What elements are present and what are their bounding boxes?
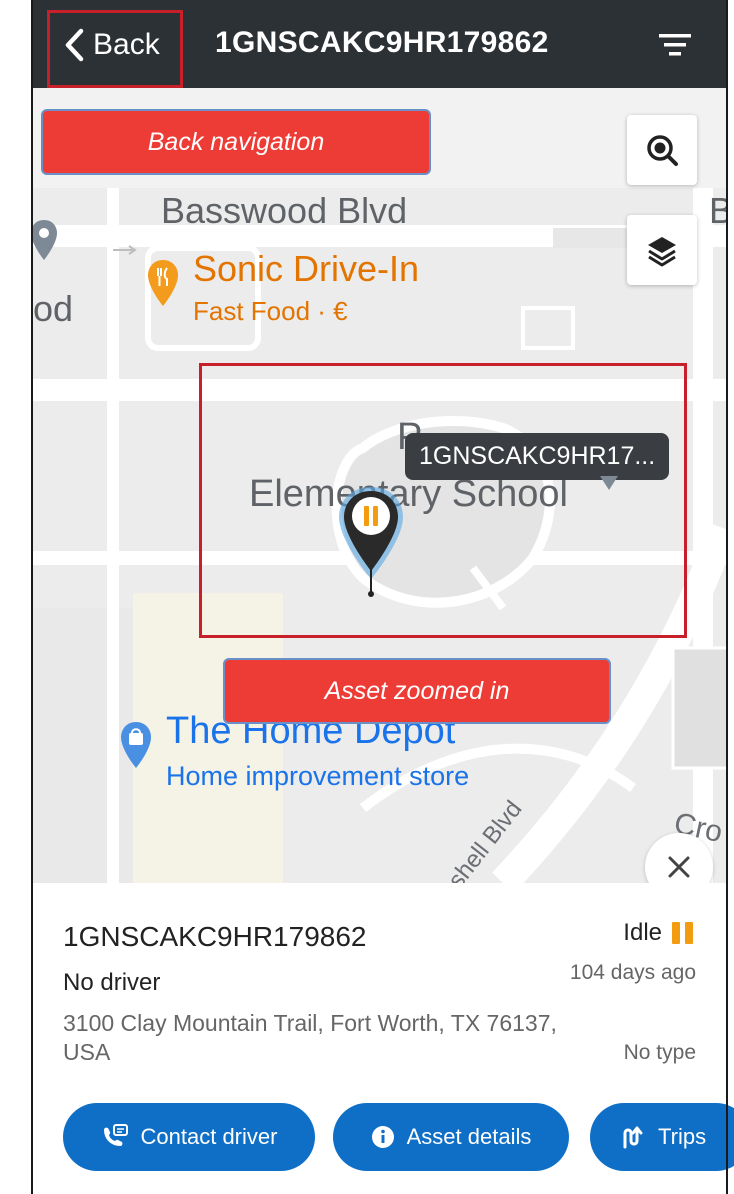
store-pin-icon <box>121 722 151 768</box>
poi-home-depot-sub: Home improvement store <box>166 761 470 791</box>
pause-icon <box>672 922 698 944</box>
info-icon <box>371 1126 394 1148</box>
back-highlight <box>47 10 183 88</box>
asset-details-label: Asset details <box>406 1124 532 1149</box>
phone-chat-icon <box>103 1124 128 1146</box>
street-label-partial-left: od <box>33 288 74 329</box>
asset-address: 3100 Clay Mountain Trail, Fort Worth, TX… <box>63 1010 557 1065</box>
asset-highlight <box>199 363 687 638</box>
asset-details-button[interactable]: Asset details <box>333 1103 569 1171</box>
contact-driver-label: Contact driver <box>140 1124 278 1149</box>
restaurant-pin-icon <box>148 260 178 306</box>
trips-label: Trips <box>658 1124 707 1149</box>
back-navigation-callout: Back navigation <box>41 109 431 175</box>
last-seen: 104 days ago <box>569 961 696 984</box>
trips-button[interactable]: Trips <box>590 1103 734 1171</box>
close-icon <box>668 856 690 878</box>
status-label: Idle <box>623 919 662 946</box>
driver-name: No driver <box>63 969 161 996</box>
street-label-basswood: Basswood Blvd <box>161 190 408 231</box>
route-icon <box>623 1126 643 1149</box>
asset-info-panel: 1GNSCAKC9HR179862 Idle No driver 104 day… <box>33 883 734 1194</box>
asset-id: 1GNSCAKC9HR179862 <box>63 921 367 952</box>
contact-driver-button[interactable]: Contact driver <box>63 1103 315 1171</box>
poi-sonic-name[interactable]: Sonic Drive-In <box>193 248 419 290</box>
map-layers-button[interactable] <box>627 215 697 285</box>
street-label-partial-right: B <box>709 190 726 231</box>
frame-border-left <box>31 0 33 1194</box>
page-title: 1GNSCAKC9HR179862 <box>215 26 549 59</box>
status-badge: Idle <box>623 919 698 947</box>
asset-type: No type <box>623 1041 696 1064</box>
map-view[interactable]: Basswood Blvd B od Sonic Drive-In Fast F… <box>33 88 726 883</box>
frame-border-right <box>726 0 728 1194</box>
layers-icon <box>648 237 676 267</box>
asset-zoomed-callout: Asset zoomed in <box>223 658 611 724</box>
poi-sonic-sub: Fast Food · € <box>193 296 348 326</box>
map-pin-icon <box>33 220 57 260</box>
app-frame: Back 1GNSCAKC9HR179862 Basswood Blvd B o… <box>0 0 734 1194</box>
search-target-icon <box>647 135 678 166</box>
filter-icon[interactable] <box>655 30 695 60</box>
zoom-to-asset-button[interactable] <box>627 115 697 185</box>
